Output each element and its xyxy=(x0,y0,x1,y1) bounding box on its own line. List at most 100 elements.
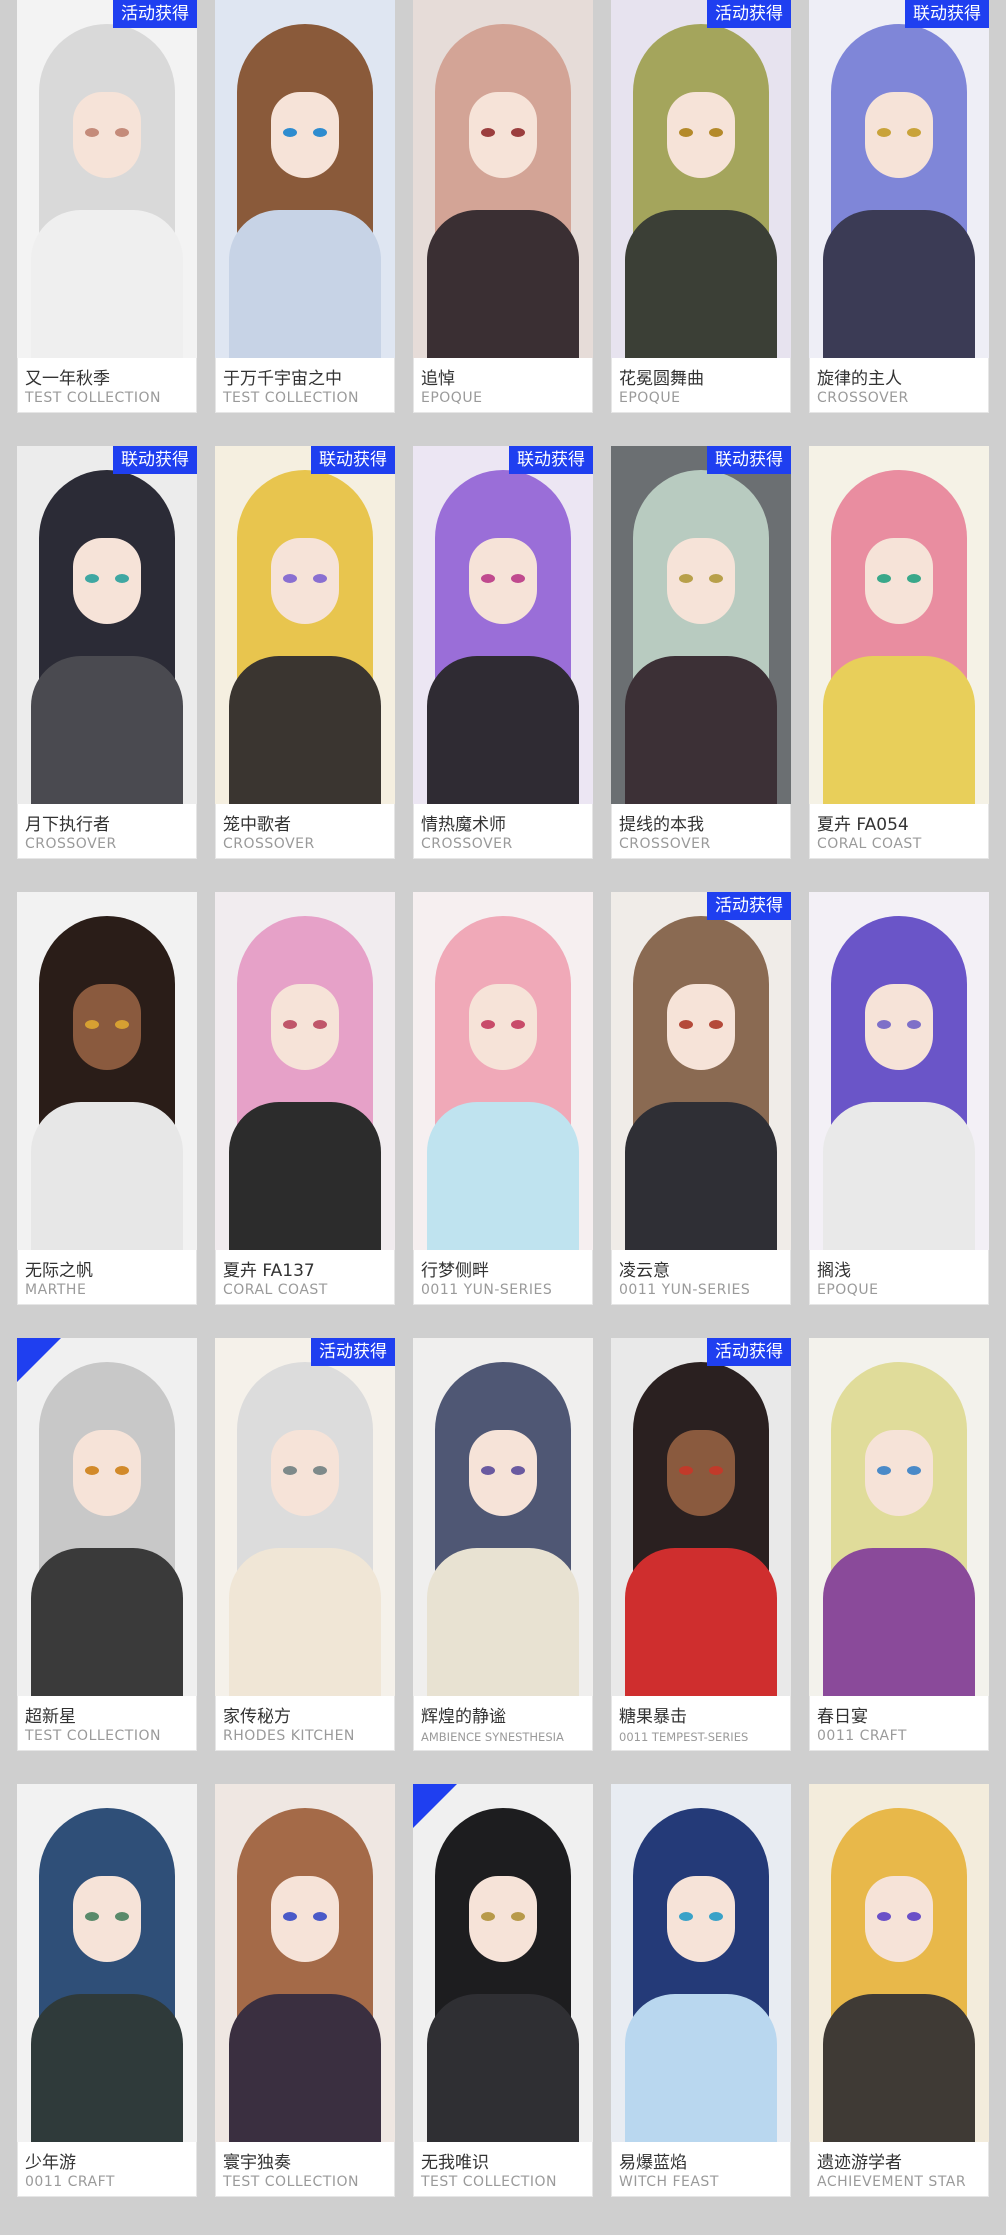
character-face xyxy=(667,1876,735,1962)
character-eye xyxy=(709,1912,723,1921)
skin-card[interactable]: 活动获得 家传秘方 RHODES KITCHEN xyxy=(215,1338,395,1751)
skin-name: 笼中歌者 xyxy=(223,815,291,835)
character-eye xyxy=(115,128,129,137)
skin-name: 易爆蓝焰 xyxy=(619,2153,687,2173)
skin-name: 旋律的主人 xyxy=(817,369,902,389)
skin-series: TEST COLLECTION xyxy=(25,1728,161,1744)
skin-series: CROSSOVER xyxy=(619,836,711,852)
character-eye xyxy=(679,1912,693,1921)
skin-card[interactable]: 春日宴 0011 CRAFT xyxy=(809,1338,989,1751)
character-eye xyxy=(313,574,327,583)
skin-card[interactable]: 易爆蓝焰 WITCH FEAST xyxy=(611,1784,791,2197)
skin-name: 辉煌的静谧 xyxy=(421,1707,506,1727)
character-outfit xyxy=(31,1994,183,2142)
acquisition-badge: 活动获得 xyxy=(707,892,791,920)
character-outfit xyxy=(427,656,579,804)
character-face xyxy=(271,1430,339,1516)
character-face xyxy=(469,92,537,178)
skin-card[interactable]: 夏卉 FA137 CORAL COAST xyxy=(215,892,395,1305)
skin-series: 0011 CRAFT xyxy=(25,2174,115,2190)
skin-artwork xyxy=(413,0,593,358)
character-eye xyxy=(877,1020,891,1029)
skin-card[interactable]: 少年游 0011 CRAFT xyxy=(17,1784,197,2197)
skin-name: 追悼 xyxy=(421,369,455,389)
skin-card[interactable]: 搁浅 EPOQUE xyxy=(809,892,989,1305)
skin-card[interactable]: 行梦侧畔 0011 YUN-SERIES xyxy=(413,892,593,1305)
character-face xyxy=(667,538,735,624)
skin-card[interactable]: 无我唯识 TEST COLLECTION xyxy=(413,1784,593,2197)
skin-card[interactable]: 追悼 EPOQUE xyxy=(413,0,593,413)
character-eye xyxy=(511,1466,525,1475)
skin-card[interactable]: 联动获得 笼中歌者 CROSSOVER xyxy=(215,446,395,859)
skin-card[interactable]: 夏卉 FA054 CORAL COAST xyxy=(809,446,989,859)
character-face xyxy=(73,538,141,624)
skin-artwork xyxy=(215,0,395,358)
character-eye xyxy=(679,1020,693,1029)
skin-card[interactable]: 活动获得 凌云意 0011 YUN-SERIES xyxy=(611,892,791,1305)
skin-name: 寰宇独奏 xyxy=(223,2153,291,2173)
skin-card[interactable]: 无际之帆 MARTHE xyxy=(17,892,197,1305)
character-outfit xyxy=(823,1102,975,1250)
skin-card[interactable]: 活动获得 花冕圆舞曲 EPOQUE xyxy=(611,0,791,413)
skin-artwork xyxy=(17,446,197,804)
character-eye xyxy=(115,1912,129,1921)
skin-card[interactable]: 寰宇独奏 TEST COLLECTION xyxy=(215,1784,395,2197)
acquisition-badge: 活动获得 xyxy=(113,0,197,28)
skin-series: 0011 YUN-SERIES xyxy=(421,1282,553,1298)
skin-card[interactable]: 联动获得 情热魔术师 CROSSOVER xyxy=(413,446,593,859)
skin-series: TEST COLLECTION xyxy=(421,2174,557,2190)
skin-card[interactable]: 辉煌的静谧 AMBIENCE SYNESTHESIA xyxy=(413,1338,593,1751)
character-outfit xyxy=(823,1548,975,1696)
skin-name: 又一年秋季 xyxy=(25,369,110,389)
skin-name: 遗迹游学者 xyxy=(817,2153,902,2173)
character-face xyxy=(667,92,735,178)
acquisition-badge: 活动获得 xyxy=(707,1338,791,1366)
character-face xyxy=(469,1430,537,1516)
skin-artwork xyxy=(215,446,395,804)
character-eye xyxy=(283,1466,297,1475)
character-eye xyxy=(907,574,921,583)
character-outfit xyxy=(427,1994,579,2142)
skin-grid: 活动获得 又一年秋季 TEST COLLECTION 于万千宇宙之中 TEST COLL… xyxy=(0,0,1006,2235)
skin-artwork xyxy=(611,892,791,1250)
skin-series: CORAL COAST xyxy=(223,1282,328,1298)
skin-series: CROSSOVER xyxy=(223,836,315,852)
skin-card[interactable]: 联动获得 旋律的主人 CROSSOVER xyxy=(809,0,989,413)
skin-series: 0011 YUN-SERIES xyxy=(619,1282,751,1298)
character-face xyxy=(469,538,537,624)
skin-artwork xyxy=(413,446,593,804)
character-eye xyxy=(115,1466,129,1475)
character-eye xyxy=(877,1466,891,1475)
character-eye xyxy=(481,574,495,583)
character-outfit xyxy=(229,210,381,358)
skin-artwork xyxy=(413,892,593,1250)
character-face xyxy=(865,1430,933,1516)
skin-artwork xyxy=(215,1338,395,1696)
character-outfit xyxy=(823,1994,975,2142)
character-outfit xyxy=(823,210,975,358)
character-eye xyxy=(709,1466,723,1475)
skin-artwork xyxy=(809,1784,989,2142)
skin-artwork xyxy=(215,892,395,1250)
skin-artwork xyxy=(611,1338,791,1696)
character-outfit xyxy=(427,1102,579,1250)
character-outfit xyxy=(31,1102,183,1250)
skin-card[interactable]: 活动获得 又一年秋季 TEST COLLECTION xyxy=(17,0,197,413)
skin-name: 行梦侧畔 xyxy=(421,1261,489,1281)
corner-flag-icon xyxy=(413,1784,457,1828)
skin-card[interactable]: 活动获得 糖果暴击 0011 TEMPEST-SERIES xyxy=(611,1338,791,1751)
character-outfit xyxy=(427,1548,579,1696)
character-face xyxy=(667,984,735,1070)
character-eye xyxy=(709,128,723,137)
character-face xyxy=(469,984,537,1070)
character-outfit xyxy=(625,1102,777,1250)
skin-card[interactable]: 于万千宇宙之中 TEST COLLECTION xyxy=(215,0,395,413)
skin-name: 搁浅 xyxy=(817,1261,851,1281)
skin-card[interactable]: 联动获得 提线的本我 CROSSOVER xyxy=(611,446,791,859)
skin-artwork xyxy=(413,1784,593,2142)
skin-card[interactable]: 联动获得 月下执行者 CROSSOVER xyxy=(17,446,197,859)
skin-series: WITCH FEAST xyxy=(619,2174,719,2190)
skin-card[interactable]: 遗迹游学者 ACHIEVEMENT STAR xyxy=(809,1784,989,2197)
character-eye xyxy=(481,1912,495,1921)
skin-card[interactable]: 超新星 TEST COLLECTION xyxy=(17,1338,197,1751)
